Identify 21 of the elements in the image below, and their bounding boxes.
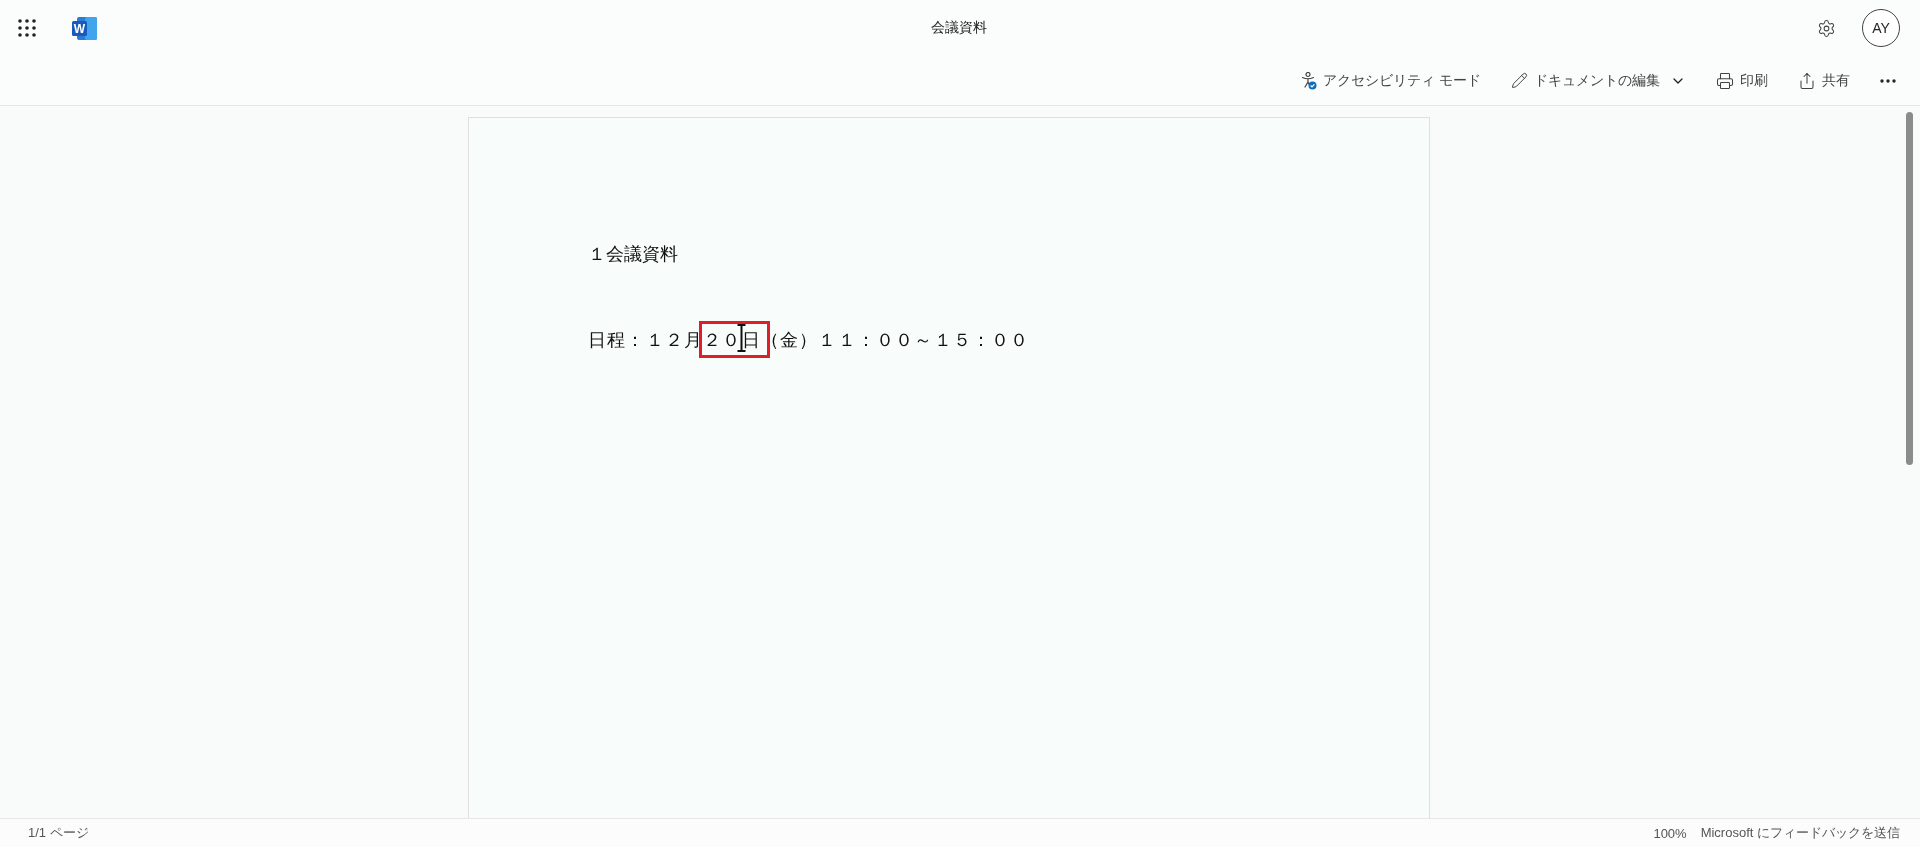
page-indicator: 1/1 ページ xyxy=(28,824,89,842)
pencil-icon xyxy=(1511,72,1528,89)
settings-icon xyxy=(1817,18,1836,38)
settings-button[interactable] xyxy=(1817,18,1836,38)
app-launcher-icon xyxy=(18,19,36,37)
document-text: １会議資料 xyxy=(588,242,678,266)
share-icon xyxy=(1798,71,1816,90)
scrollbar-thumb[interactable] xyxy=(1905,112,1913,465)
app-launcher-button[interactable] xyxy=(18,19,36,37)
share-button[interactable]: 共有 xyxy=(1796,67,1852,94)
accessibility-icon xyxy=(1301,71,1318,90)
feedback-link[interactable]: Microsoft にフィードバックを送信 xyxy=(1700,824,1900,842)
highlight-frame: ２０日 xyxy=(699,321,770,358)
edit-document-button[interactable]: ドキュメントの編集 xyxy=(1509,67,1688,94)
zoom-level: 100% xyxy=(1653,825,1687,841)
print-button[interactable]: 印刷 xyxy=(1714,67,1770,94)
accessibility-mode-button[interactable]: アクセシビリティ モード xyxy=(1299,67,1483,94)
more-icon xyxy=(1880,78,1896,83)
printer-icon xyxy=(1716,71,1734,90)
document-title: 会議資料 xyxy=(931,19,987,37)
avatar-button[interactable]: AY xyxy=(1862,9,1900,47)
